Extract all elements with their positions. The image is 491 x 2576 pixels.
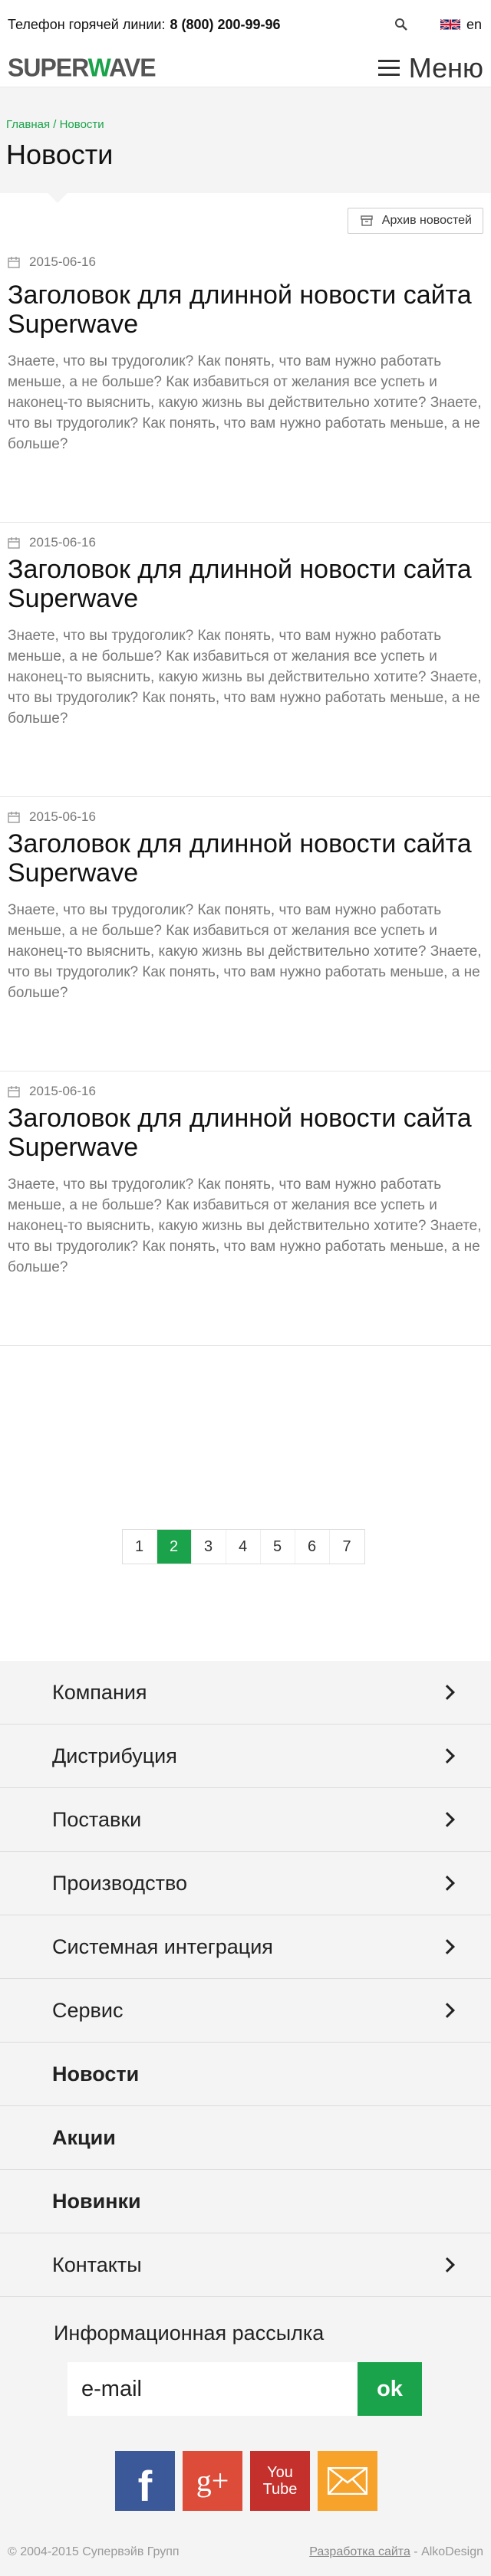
footer-menu-label: Сервис	[52, 1998, 124, 2022]
footer-menu-label: Новинки	[52, 2189, 141, 2213]
footer-menu-item[interactable]: Акции	[0, 2106, 491, 2170]
footer-menu-label: Системная интеграция	[52, 1934, 273, 1958]
footer: Компания Дистрибуция Поставки Производство С…	[0, 1661, 491, 2576]
news-excerpt: Знаете, что вы трудоголик? Как понять, ч…	[8, 353, 482, 452]
hotline-phone[interactable]: 8 (800) 200-99-96	[170, 17, 280, 33]
footer-menu-item[interactable]: Сервис	[0, 1979, 491, 2043]
hamburger-icon	[377, 59, 400, 77]
news-title[interactable]: Заголовок для длинной новости сайта Supe…	[8, 829, 483, 888]
header: SUPERWAVE Меню	[0, 49, 491, 87]
footer-menu-item[interactable]: Производство	[0, 1852, 491, 1915]
footer-menu-label: Дистрибуция	[52, 1744, 177, 1767]
language-label: en	[466, 16, 482, 32]
archive-row: Архив новостей	[0, 193, 491, 248]
newsletter-form: ok	[68, 2362, 491, 2416]
footer-menu-label: Новости	[52, 2062, 140, 2085]
developer-separator: -	[410, 2545, 422, 2558]
footer-menu-label: Акции	[52, 2125, 116, 2149]
hotline-label: Телефон горячей линии:	[8, 16, 166, 32]
developer-link[interactable]: Разработка сайта	[309, 2545, 410, 2559]
social-links: f g+ You Tube	[115, 2451, 491, 2511]
footer-menu-item[interactable]: Новинки	[0, 2170, 491, 2233]
copyright-bar: © 2004-2015 Супервэйв Групп Разработка с…	[0, 2519, 491, 2576]
footer-menu-item[interactable]: Компания	[0, 1661, 491, 1724]
news-item[interactable]: 2015-06-16 Заголовок для длинной новости…	[0, 248, 491, 523]
page-3-link[interactable]: 3	[191, 1530, 226, 1564]
page-4-link[interactable]: 4	[226, 1530, 261, 1564]
facebook-icon[interactable]: f	[115, 2451, 175, 2511]
news-date: 2015-06-16	[8, 1071, 483, 1098]
footer-menu-label: Компания	[52, 1680, 147, 1704]
page-2-link[interactable]: 2	[157, 1530, 192, 1564]
footer-menu-item[interactable]: Дистрибуция	[0, 1724, 491, 1788]
chevron-right-icon	[440, 1939, 455, 1954]
calendar-icon	[8, 537, 20, 549]
page-1-link[interactable]: 1	[122, 1530, 157, 1564]
chevron-right-icon	[440, 2257, 455, 2272]
newsletter-submit-button[interactable]: ok	[358, 2362, 422, 2416]
news-excerpt: Знаете, что вы трудоголик? Как понять, ч…	[8, 628, 482, 727]
news-date: 2015-06-16	[8, 248, 483, 270]
copyright-text: © 2004-2015 Супервэйв Групп	[8, 2545, 180, 2558]
footer-menu-item[interactable]: Новости	[0, 2043, 491, 2106]
page-title: Новости	[6, 139, 114, 170]
news-item[interactable]: 2015-06-16 Заголовок для длинной новости…	[0, 523, 491, 797]
footer-menu: Компания Дистрибуция Поставки Производство С…	[0, 1661, 491, 2297]
footer-menu-label: Производство	[52, 1871, 188, 1895]
newsletter-title: Информационная рассылка	[54, 2322, 325, 2345]
pagination-area: 1234567	[0, 1346, 491, 1661]
language-switch[interactable]: en	[440, 17, 482, 33]
page-7-link[interactable]: 7	[329, 1530, 364, 1564]
news-item[interactable]: 2015-06-16 Заголовок для длинной новости…	[0, 797, 491, 1071]
chevron-right-icon	[440, 1812, 455, 1827]
newsletter: Информационная рассылка ok f g+ You Tube	[0, 2297, 491, 2519]
menu-button[interactable]: Меню	[377, 51, 483, 84]
email-icon[interactable]	[318, 2451, 377, 2511]
news-title[interactable]: Заголовок для длинной новости сайта Supe…	[8, 555, 483, 613]
menu-label: Меню	[408, 51, 483, 84]
google-plus-icon[interactable]: g+	[183, 2451, 242, 2511]
news-date: 2015-06-16	[8, 797, 483, 824]
newsletter-email-input[interactable]	[68, 2362, 358, 2416]
pagination: 1234567	[121, 1529, 365, 1564]
news-date: 2015-06-16	[8, 523, 483, 550]
footer-menu-item[interactable]: Системная интеграция	[0, 1915, 491, 1979]
archive-button[interactable]: Архив новостей	[347, 208, 483, 234]
page: Телефон горячей линии: 8 (800) 200-99-96…	[0, 0, 491, 2576]
page-6-link[interactable]: 6	[295, 1530, 330, 1564]
logo[interactable]: SUPERWAVE	[8, 53, 157, 83]
news-title[interactable]: Заголовок для длинной новости сайта Supe…	[8, 281, 483, 339]
news-list: 2015-06-16 Заголовок для длинной новости…	[0, 248, 491, 1346]
news-excerpt: Знаете, что вы трудоголик? Как понять, ч…	[8, 902, 482, 1001]
page-5-link[interactable]: 5	[260, 1530, 295, 1564]
developer-name: AlkoDesign	[421, 2545, 483, 2558]
archive-label: Архив новостей	[381, 214, 472, 227]
chevron-right-icon	[440, 1748, 455, 1764]
calendar-icon	[8, 256, 20, 268]
breadcrumb[interactable]: Главная / Новости	[6, 118, 485, 131]
news-excerpt: Знаете, что вы трудоголик? Как понять, ч…	[8, 1176, 482, 1275]
search-icon[interactable]	[393, 16, 410, 33]
footer-menu-label: Поставки	[52, 1807, 142, 1831]
chevron-right-icon	[440, 1685, 455, 1700]
news-title[interactable]: Заголовок для длинной новости сайта Supe…	[8, 1104, 483, 1162]
footer-menu-item[interactable]: Поставки	[0, 1788, 491, 1852]
news-item[interactable]: 2015-06-16 Заголовок для длинной новости…	[0, 1071, 491, 1346]
uk-flag-icon	[440, 18, 460, 31]
chevron-right-icon	[440, 1875, 455, 1891]
footer-menu-item[interactable]: Контакты	[0, 2233, 491, 2297]
youtube-icon[interactable]: You Tube	[250, 2451, 310, 2511]
page-heading: Главная / Новости Новости	[0, 87, 491, 203]
top-bar: Телефон горячей линии: 8 (800) 200-99-96…	[0, 0, 491, 49]
calendar-icon	[8, 1085, 20, 1098]
calendar-icon	[8, 811, 20, 823]
chevron-right-icon	[440, 2003, 455, 2018]
footer-menu-label: Контакты	[52, 2253, 142, 2276]
archive-icon	[361, 215, 373, 226]
